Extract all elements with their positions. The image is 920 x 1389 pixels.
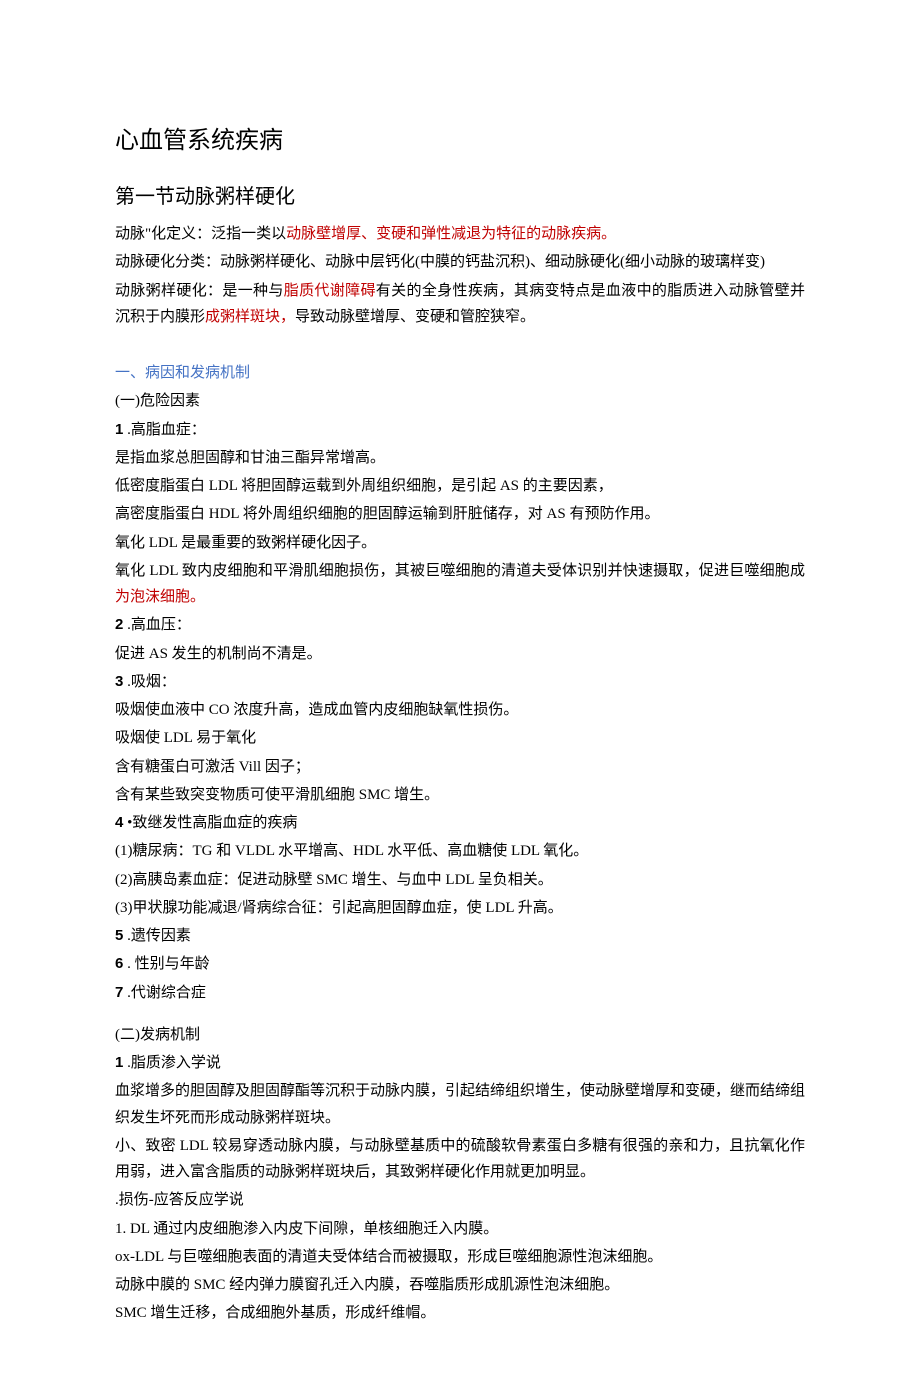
risk1-p2: 低密度脂蛋白 LDL 将胆固醇运载到外周组织细胞，是引起 AS 的主要因素， xyxy=(115,473,805,499)
mech2-p4: SMC 增生迁移，合成细胞外基质，形成纤维帽。 xyxy=(115,1300,805,1326)
risk4-p1: (1)糖尿病：TG 和 VLDL 水平增高、HDL 水平低、高血糖使 LDL 氧… xyxy=(115,838,805,864)
risk4-label: •致继发性高脂血症的疾病 xyxy=(123,815,297,831)
risk3-heading: 3 .吸烟： xyxy=(115,669,805,695)
risk1-p5-red: 为泡沫细胞。 xyxy=(115,589,205,605)
risk2-p1: 促进 AS 发生的机制尚不清是。 xyxy=(115,641,805,667)
ath-red1: 脂质代谢障碍 xyxy=(284,283,376,299)
risk2-heading: 2 .高血压： xyxy=(115,612,805,638)
risk4-heading: 4 •致继发性高脂血症的疾病 xyxy=(115,810,805,836)
etiology-heading: 一、病因和发病机制 xyxy=(115,360,805,386)
risk6-label: . 性别与年龄 xyxy=(123,956,209,972)
classification-line: 动脉硬化分类：动脉粥样硬化、动脉中层钙化(中膜的钙盐沉积)、细动脉硬化(细小动脉… xyxy=(115,249,805,275)
risk-factors-heading: (一)危险因素 xyxy=(115,388,805,414)
def-highlight: 动脉壁增厚、变硬和弹性减退为特征的动脉疾病。 xyxy=(286,226,616,242)
risk2-label: .高血压： xyxy=(123,617,191,633)
mech1-heading: 1 .脂质渗入学说 xyxy=(115,1050,805,1076)
risk1-p1: 是指血浆总胆固醇和甘油三酯异常增高。 xyxy=(115,445,805,471)
risk5-label: .遗传因素 xyxy=(123,928,191,944)
mech1-p1: 血浆增多的胆固醇及胆固醇酯等沉积于动脉内膜，引起结缔组织增生，使动脉壁增厚和变硬… xyxy=(115,1078,805,1131)
document-page: 心血管系统疾病 第一节动脉粥样硬化 动脉"化定义：泛指一类以动脉壁增厚、变硬和弹… xyxy=(0,0,920,1389)
mech2-p1: 1. DL 通过内皮细胞渗入内皮下间隙，单核细胞迁入内膜。 xyxy=(115,1216,805,1242)
mech1-p2: 小、致密 LDL 较易穿透动脉内膜，与动脉壁基质中的硫酸软骨素蛋白多糖有很强的亲… xyxy=(115,1133,805,1186)
atherosclerosis-def: 动脉粥样硬化：是一种与脂质代谢障碍有关的全身性疾病，其病变特点是血液中的脂质进入… xyxy=(115,278,805,331)
risk3-p3: 含有糖蛋白可激活 Vill 因子； xyxy=(115,754,805,780)
mechanism-heading: (二)发病机制 xyxy=(115,1022,805,1048)
ath-red2: 成粥样斑块， xyxy=(205,309,295,325)
risk1-heading: 1 .高脂血症： xyxy=(115,417,805,443)
risk3-p4: 含有某些致突变物质可使平滑肌细胞 SMC 增生。 xyxy=(115,782,805,808)
risk1-p3: 高密度脂蛋白 HDL 将外周组织细胞的胆固醇运输到肝脏储存，对 AS 有预防作用… xyxy=(115,501,805,527)
section-title: 第一节动脉粥样硬化 xyxy=(115,180,805,215)
risk3-p1: 吸烟使血液中 CO 浓度升高，造成血管内皮细胞缺氧性损伤。 xyxy=(115,697,805,723)
risk3-label: .吸烟： xyxy=(123,674,176,690)
risk7-label: .代谢综合症 xyxy=(123,985,206,1001)
mech2-p2: ox-LDL 与巨噬细胞表面的清道夫受体结合而被摄取，形成巨噬细胞源性泡沫细胞。 xyxy=(115,1244,805,1270)
risk3-p2: 吸烟使 LDL 易于氧化 xyxy=(115,725,805,751)
def-prefix: 动脉"化定义：泛指一类以 xyxy=(115,226,286,242)
risk6-heading: 6 . 性别与年龄 xyxy=(115,951,805,977)
risk4-p3: (3)甲状腺功能减退/肾病综合征：引起高胆固醇血症，使 LDL 升高。 xyxy=(115,895,805,921)
risk1-p5: 氧化 LDL 致内皮细胞和平滑肌细胞损伤，其被巨噬细胞的清道夫受体识别并快速摄取… xyxy=(115,558,805,611)
risk1-label: .高脂血症： xyxy=(123,422,206,438)
ath-suffix: 导致动脉壁增厚、变硬和管腔狭窄。 xyxy=(295,309,535,325)
risk1-p5-prefix: 氧化 LDL 致内皮细胞和平滑肌细胞损伤，其被巨噬细胞的清道夫受体识别并快速摄取… xyxy=(115,563,805,579)
risk5-heading: 5 .遗传因素 xyxy=(115,923,805,949)
risk1-p4: 氧化 LDL 是最重要的致粥样硬化因子。 xyxy=(115,530,805,556)
ath-prefix: 动脉粥样硬化：是一种与 xyxy=(115,283,284,299)
mech2-heading: .损伤-应答反应学说 xyxy=(115,1187,805,1213)
definition-line: 动脉"化定义：泛指一类以动脉壁增厚、变硬和弹性减退为特征的动脉疾病。 xyxy=(115,221,805,247)
risk7-heading: 7 .代谢综合症 xyxy=(115,980,805,1006)
mech1-label: .脂质渗入学说 xyxy=(123,1055,221,1071)
mech2-p3: 动脉中膜的 SMC 经内弹力膜窗孔迁入内膜，吞噬脂质形成肌源性泡沫细胞。 xyxy=(115,1272,805,1298)
risk4-p2: (2)高胰岛素血症：促进动脉壁 SMC 增生、与血中 LDL 呈负相关。 xyxy=(115,867,805,893)
document-title: 心血管系统疾病 xyxy=(115,120,805,162)
